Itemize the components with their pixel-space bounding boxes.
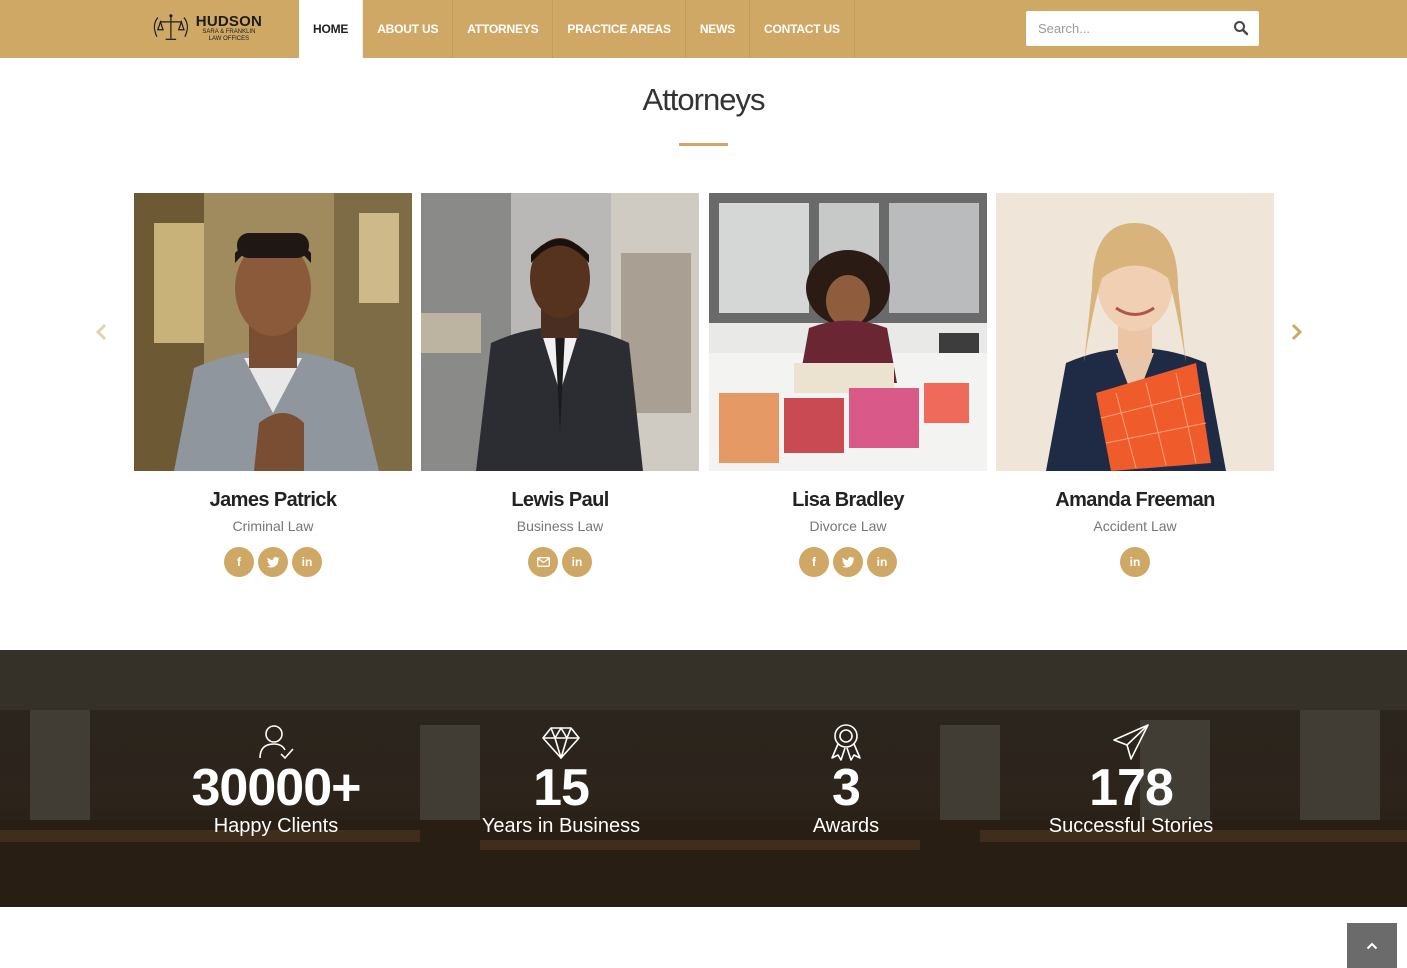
stat-label: Awards xyxy=(812,815,880,837)
stat-value: 30000+ xyxy=(191,759,362,817)
attorney-photo[interactable] xyxy=(421,193,699,471)
nav-contact-us[interactable]: CONTACT US xyxy=(750,0,855,58)
stat-successful-stories: 178 Successful Stories xyxy=(1001,722,1261,838)
nav-news[interactable]: NEWS xyxy=(686,0,751,58)
stat-label: Happy Clients xyxy=(213,815,339,837)
stats-section: 30000+ Happy Clients 15 Years in Busines… xyxy=(0,650,1407,907)
attorney-name[interactable]: Lewis Paul xyxy=(421,489,699,512)
user-check-icon xyxy=(259,725,294,760)
stat-happy-clients: 30000+ Happy Clients xyxy=(146,722,406,838)
nav-about-us[interactable]: ABOUT US xyxy=(363,0,454,58)
attorney-name[interactable]: Lisa Bradley xyxy=(709,489,987,512)
stat-value: 178 xyxy=(1089,759,1174,817)
linkedin-icon[interactable]: in xyxy=(1120,547,1150,577)
stat-label: Successful Stories xyxy=(1048,815,1214,837)
attorney-photo[interactable] xyxy=(996,193,1274,471)
stat-value: 3 xyxy=(832,759,861,817)
site-header: HUDSON SARA & FRANKLIN LAW OFFICES HOME … xyxy=(0,0,1407,58)
scroll-to-top-button[interactable] xyxy=(1347,923,1397,968)
logo-subtitle-1: SARA & FRANKLIN xyxy=(202,28,256,35)
award-icon xyxy=(831,724,861,761)
linkedin-icon[interactable]: in xyxy=(867,547,897,577)
attorney-role: Accident Law xyxy=(1093,518,1177,534)
email-icon[interactable] xyxy=(528,547,558,577)
attorney-card: James Patrick Criminal Law f in xyxy=(134,193,412,577)
nav-attorneys[interactable]: ATTORNEYS xyxy=(453,0,554,58)
attorney-card: Amanda Freeman Accident Law in xyxy=(996,193,1274,577)
search-input[interactable] xyxy=(1026,11,1216,46)
chevron-up-icon xyxy=(1366,942,1378,949)
paper-plane-icon xyxy=(1113,724,1149,760)
logo-subtitle-2: LAW OFFICES xyxy=(208,35,250,42)
social-links: in xyxy=(421,547,699,577)
attorney-photo[interactable] xyxy=(709,193,987,471)
twitter-icon[interactable] xyxy=(258,547,288,577)
section-title: Attorneys xyxy=(642,82,766,117)
linkedin-icon[interactable]: in xyxy=(562,547,592,577)
nav-practice-areas[interactable]: PRACTICE AREAS xyxy=(553,0,686,58)
twitter-icon[interactable] xyxy=(833,547,863,577)
search-box xyxy=(1026,11,1259,46)
logo-name: HUDSON xyxy=(195,12,262,30)
social-links: in xyxy=(996,547,1274,577)
facebook-icon[interactable]: f xyxy=(224,547,254,577)
attorney-role: Business Law xyxy=(516,518,604,534)
attorney-role: Divorce Law xyxy=(809,518,887,534)
linkedin-icon[interactable]: in xyxy=(292,547,322,577)
stat-label: Years in Business xyxy=(481,815,641,837)
attorney-card: Lewis Paul Business Law in xyxy=(421,193,699,577)
chevron-left-icon[interactable] xyxy=(94,322,108,342)
scales-icon xyxy=(153,14,188,40)
diamond-icon xyxy=(542,727,580,759)
attorney-name[interactable]: James Patrick xyxy=(134,489,412,512)
nav-home[interactable]: HOME xyxy=(299,0,364,58)
facebook-icon[interactable]: f xyxy=(799,547,829,577)
attorney-card: Lisa Bradley Divorce Law f in xyxy=(709,193,987,577)
stat-value: 15 xyxy=(533,759,590,817)
social-links: f in xyxy=(709,547,987,577)
chevron-right-icon[interactable] xyxy=(1290,322,1304,342)
attorney-photo[interactable] xyxy=(134,193,412,471)
stat-years-in-business: 15 Years in Business xyxy=(431,722,691,838)
search-icon[interactable] xyxy=(1233,20,1249,36)
attorney-role: Criminal Law xyxy=(232,518,314,534)
social-links: f in xyxy=(134,547,412,577)
stat-awards: 3 Awards xyxy=(716,722,976,838)
main-nav: HOME ABOUT US ATTORNEYS PRACTICE AREAS N… xyxy=(299,0,855,58)
attorney-name[interactable]: Amanda Freeman xyxy=(996,489,1274,512)
logo[interactable]: HUDSON SARA & FRANKLIN LAW OFFICES xyxy=(150,8,262,48)
title-divider xyxy=(679,143,728,146)
